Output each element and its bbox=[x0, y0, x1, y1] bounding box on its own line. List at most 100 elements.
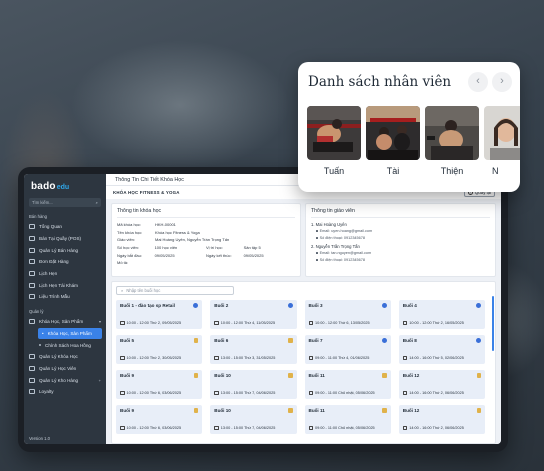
doc-icon[interactable] bbox=[476, 408, 481, 413]
doc-icon[interactable] bbox=[476, 373, 481, 378]
course-info-value: HKH-00001 bbox=[155, 222, 176, 228]
menu-icon bbox=[29, 389, 35, 395]
doc-icon[interactable] bbox=[193, 373, 199, 378]
course-info-key: Số học viên: bbox=[117, 245, 140, 251]
search-icon: ⌕ bbox=[121, 288, 124, 293]
sidebar-item[interactable]: Liệu Trình Mẫu bbox=[24, 291, 106, 303]
sidebar-item[interactable]: Quản Lý Bán Hàng bbox=[24, 244, 106, 256]
sidebar-item-label: Tổng Quan bbox=[39, 224, 62, 230]
lesson-name: Buổi 6 bbox=[214, 338, 229, 343]
sidebar-item-label: Lịch Hẹn Tái Khám bbox=[39, 282, 78, 288]
course-info-row: Số học viên: 100 học viên Vị trí học: Sân t… bbox=[117, 244, 295, 252]
staff-photo[interactable] bbox=[484, 106, 520, 160]
course-info-key: Giáo viên: bbox=[117, 237, 136, 243]
staff-photo[interactable] bbox=[366, 106, 420, 160]
doc-icon[interactable] bbox=[193, 338, 199, 343]
sidebar-group-label: Bán hàng bbox=[29, 214, 47, 219]
lesson-card[interactable]: Buổi 11 09:00 - 11:00 Chủ nhật, 05/06/202… bbox=[304, 405, 391, 434]
lesson-time: 10:00 - 12:00 Thứ 6, 03/06/2025 bbox=[126, 426, 182, 430]
sidebar-item[interactable]: Quản Lý Kho Hàng + bbox=[24, 374, 106, 386]
lesson-card[interactable]: Buổi 2 10:00 - 12:00 Thứ 4, 11/05/2025 bbox=[210, 300, 297, 329]
sidebar-item-label: Quản Lý Bán Hàng bbox=[39, 247, 79, 253]
main-content: Thông Tin Chi Tiết Khóa Học KHÓA HỌC FIT… bbox=[106, 174, 501, 444]
doc-icon[interactable] bbox=[288, 408, 293, 413]
bullet-icon bbox=[316, 252, 318, 255]
doc-icon[interactable] bbox=[193, 408, 199, 413]
lesson-card[interactable]: Buổi 10 13:00 - 15:00 Thứ 7, 04/06/2025 bbox=[210, 405, 297, 434]
clock-icon[interactable] bbox=[287, 303, 293, 308]
staff-photo[interactable] bbox=[425, 106, 479, 160]
lesson-time: 13:00 - 15:00 Thứ 3, 31/05/2025 bbox=[220, 356, 276, 360]
sidebar-item-label: Chính Sách Hoa Hồng bbox=[45, 342, 91, 348]
doc-icon[interactable] bbox=[382, 373, 387, 378]
menu-icon bbox=[29, 377, 35, 383]
lesson-card[interactable]: Buổi 9 10:00 - 12:00 Thứ 6, 03/06/2025 bbox=[116, 405, 203, 434]
lesson-time: 09:00 - 11:00 Chủ nhật, 05/06/2025 bbox=[315, 426, 375, 430]
sidebar-item-label: Bán Tại Quầy (POS) bbox=[39, 236, 82, 242]
lesson-name: Buổi 1 - đào tạo sp Retail bbox=[120, 303, 175, 308]
chevron-left-icon[interactable]: ‹ bbox=[468, 72, 488, 92]
lesson-card[interactable]: Buổi 4 10:00 - 12:00 Thứ 2, 16/05/2025 bbox=[398, 300, 485, 329]
lesson-card[interactable]: Buổi 5 10:00 - 12:00 Thứ 2, 30/05/2025 bbox=[116, 335, 203, 364]
clock-icon[interactable] bbox=[381, 303, 387, 308]
menu-icon bbox=[29, 236, 35, 242]
doc-icon[interactable] bbox=[288, 373, 293, 378]
lesson-panel: ⌕ Nhập tên buổi học Buổi 1 - đào tạo sp … bbox=[111, 281, 496, 444]
course-info-title: Thông tin khóa học bbox=[117, 208, 295, 218]
lesson-time: 10:00 - 12:00 Thứ 6, 13/05/2025 bbox=[315, 321, 370, 325]
sidebar-item[interactable]: Đơn Đặt Hàng bbox=[24, 256, 106, 268]
course-info-value: Sân tập 5 bbox=[243, 245, 261, 251]
sidebar-item-course-product[interactable]: Khóa Học, Sản Phẩm ▾ bbox=[24, 316, 106, 328]
teacher-email: Email: tan.nguyen@gmail.com bbox=[319, 251, 372, 256]
lesson-search-input[interactable]: ⌕ Nhập tên buổi học bbox=[116, 286, 234, 295]
sidebar-item-label: Quản Lý Học Viên bbox=[39, 365, 77, 371]
lesson-card[interactable]: Buổi 12 14:00 - 16:00 Thứ 2, 06/06/2025 bbox=[398, 370, 485, 399]
lesson-name: Buổi 9 bbox=[120, 373, 135, 378]
scrollbar[interactable] bbox=[492, 296, 494, 351]
laptop-frame: bado edu Tìm kiếm... ⌕ Bán hàng Tổng Qua… bbox=[18, 167, 508, 452]
clock-icon[interactable] bbox=[381, 338, 387, 343]
sidebar-item[interactable]: Bán Tại Quầy (POS) bbox=[24, 233, 106, 245]
sidebar-item-commission-policy[interactable]: Chính Sách Hoa Hồng bbox=[24, 339, 106, 351]
chevron-right-icon[interactable]: › bbox=[492, 72, 512, 92]
lesson-card[interactable]: Buổi 11 09:00 - 11:00 Chủ nhật, 05/06/202… bbox=[304, 370, 391, 399]
lesson-name: Buổi 10 bbox=[214, 373, 231, 378]
lesson-name: Buổi 10 bbox=[214, 408, 231, 413]
lesson-card[interactable]: Buổi 3 10:00 - 12:00 Thứ 6, 13/05/2025 bbox=[304, 300, 391, 329]
sidebar-item[interactable]: Loyalty bbox=[24, 386, 106, 398]
sidebar-item[interactable]: Lịch Hẹn bbox=[24, 268, 106, 280]
lesson-card[interactable]: Buổi 6 13:00 - 15:00 Thứ 3, 31/05/2025 bbox=[210, 335, 297, 364]
lesson-time: 10:00 - 12:00 Thứ 2, 16/05/2025 bbox=[409, 321, 464, 325]
sidebar: bado edu Tìm kiếm... ⌕ Bán hàng Tổng Qua… bbox=[24, 174, 106, 444]
sidebar-item-course-product-active[interactable]: • Khóa Học, Sản Phẩm bbox=[38, 327, 102, 340]
lesson-card[interactable]: Buổi 9 10:00 - 12:00 Thứ 6, 03/06/2025 bbox=[116, 370, 203, 399]
staff-photo[interactable] bbox=[307, 106, 361, 160]
lesson-card[interactable]: Buổi 7 09:00 - 11:00 Thứ 4, 01/06/2025 bbox=[304, 335, 391, 364]
staff-name: Tuấn bbox=[323, 166, 345, 176]
sidebar-item[interactable]: Tổng Quan bbox=[24, 221, 106, 233]
doc-icon[interactable] bbox=[288, 338, 293, 343]
clock-icon[interactable] bbox=[476, 303, 481, 308]
lesson-card[interactable]: Buổi 1 - đào tạo sp Retail 10:00 - 12:00 … bbox=[116, 300, 203, 329]
bullet-icon: • bbox=[42, 330, 44, 336]
course-info-value: 09/05/2025 bbox=[154, 252, 175, 258]
sidebar-search-input[interactable]: Tìm kiếm... ⌕ bbox=[29, 198, 101, 207]
staff-name: Tài bbox=[386, 166, 400, 176]
course-info-value: Khóa học Fitness & Yoga bbox=[155, 229, 200, 235]
doc-icon[interactable] bbox=[382, 408, 387, 413]
sidebar-item-label: Đơn Đặt Hàng bbox=[39, 259, 69, 265]
lesson-card[interactable]: Buổi 8 14:00 - 16:00 Thứ 5, 02/06/2025 bbox=[398, 335, 485, 364]
lesson-card[interactable]: Buổi 10 13:00 - 15:00 Thứ 7, 04/06/2025 bbox=[210, 370, 297, 399]
sidebar-item[interactable]: Quản Lý Học Viên bbox=[24, 363, 106, 375]
course-info-value: 09/05/2025 bbox=[243, 252, 264, 258]
clock-icon[interactable] bbox=[476, 338, 481, 343]
sidebar-item[interactable]: Lịch Hẹn Tái Khám bbox=[24, 279, 106, 291]
menu-icon bbox=[29, 259, 35, 265]
course-info-row: Tên khóa học: Khóa học Fitness & Yoga bbox=[117, 229, 295, 237]
menu-icon bbox=[29, 271, 35, 277]
sidebar-item[interactable]: Quản Lý Khóa Học bbox=[24, 351, 106, 363]
course-info-row: Mã khóa học: HKH-00001 bbox=[117, 221, 295, 229]
logo: bado edu bbox=[24, 178, 106, 196]
lesson-name: Buổi 12 bbox=[402, 373, 420, 378]
lesson-card[interactable]: Buổi 12 14:00 - 16:00 Thứ 2, 06/06/2025 bbox=[398, 405, 485, 434]
